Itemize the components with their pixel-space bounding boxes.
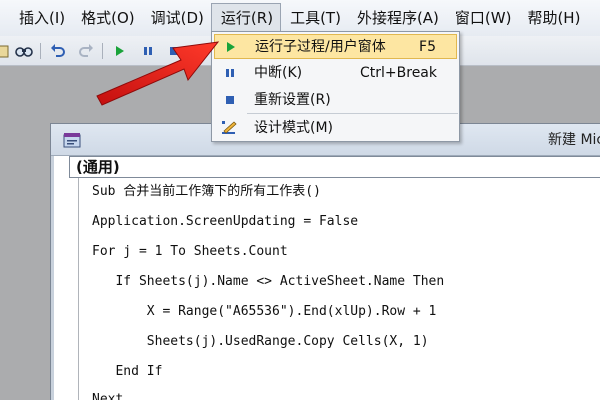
run-icon[interactable] [110,41,130,61]
menu-item-reset[interactable]: 重新设置(R) [214,88,457,113]
object-combo-value: (通用) [76,158,120,176]
reset-icon [221,91,239,109]
menu-tools[interactable]: 工具(T) [281,3,348,33]
menu-item-label: 中断(K) [254,65,303,81]
design-mode-icon [221,119,239,137]
code-window-title: 新建 Mic [548,132,600,148]
menu-addins[interactable]: 外接程序(A) [348,3,446,33]
code-line[interactable]: End If [92,363,162,381]
menu-format[interactable]: 格式(O) [72,3,142,33]
menu-window[interactable]: 窗口(W) [446,3,519,33]
menu-item-run-sub-userform[interactable]: 运行子过程/用户窗体 F5 [214,34,457,59]
menu-item-label: 重新设置(R) [254,92,331,108]
undo-icon[interactable] [48,41,68,61]
paste-icon[interactable] [0,41,14,61]
menu-debug[interactable]: 调试(D) [142,3,211,33]
menu-run[interactable]: 运行(R) [210,3,282,33]
code-gutter [69,178,79,400]
code-line[interactable]: For j = 1 To Sheets.Count [92,243,288,261]
run-menu-dropdown: 运行子过程/用户窗体 F5 中断(K) Ctrl+Break 重新设置(R) 设… [211,31,460,142]
break-icon [221,64,239,82]
object-combo[interactable]: (通用) [69,156,600,178]
code-line[interactable]: Next [92,391,123,400]
reset-icon[interactable] [164,41,184,61]
module-icon [63,132,81,148]
find-icon[interactable] [14,41,34,61]
menu-item-label: 设计模式(M) [254,120,334,136]
menu-item-shortcut: F5 [419,39,436,55]
break-icon[interactable] [138,41,158,61]
menu-insert[interactable]: 插入(I) [10,3,72,33]
code-line[interactable]: Sheets(j).UsedRange.Copy Cells(X, 1) [92,333,429,351]
redo-icon[interactable] [76,41,96,61]
code-line[interactable]: If Sheets(j).Name <> ActiveSheet.Name Th… [92,273,444,291]
menu-item-label: 运行子过程/用户窗体 [255,39,386,55]
menu-item-break[interactable]: 中断(K) Ctrl+Break [214,61,457,86]
menu-item-design-mode[interactable]: 设计模式(M) [214,116,457,141]
menu-item-shortcut: Ctrl+Break [360,65,437,81]
code-line[interactable]: X = Range("A65536").End(xlUp).Row + 1 [92,303,437,321]
run-icon [222,38,240,56]
code-line[interactable]: Sub 合并当前工作簿下的所有工作表() [92,183,321,201]
code-line[interactable]: Application.ScreenUpdating = False [92,213,358,231]
menu-help[interactable]: 帮助(H) [518,3,587,33]
menu-separator [247,113,458,114]
